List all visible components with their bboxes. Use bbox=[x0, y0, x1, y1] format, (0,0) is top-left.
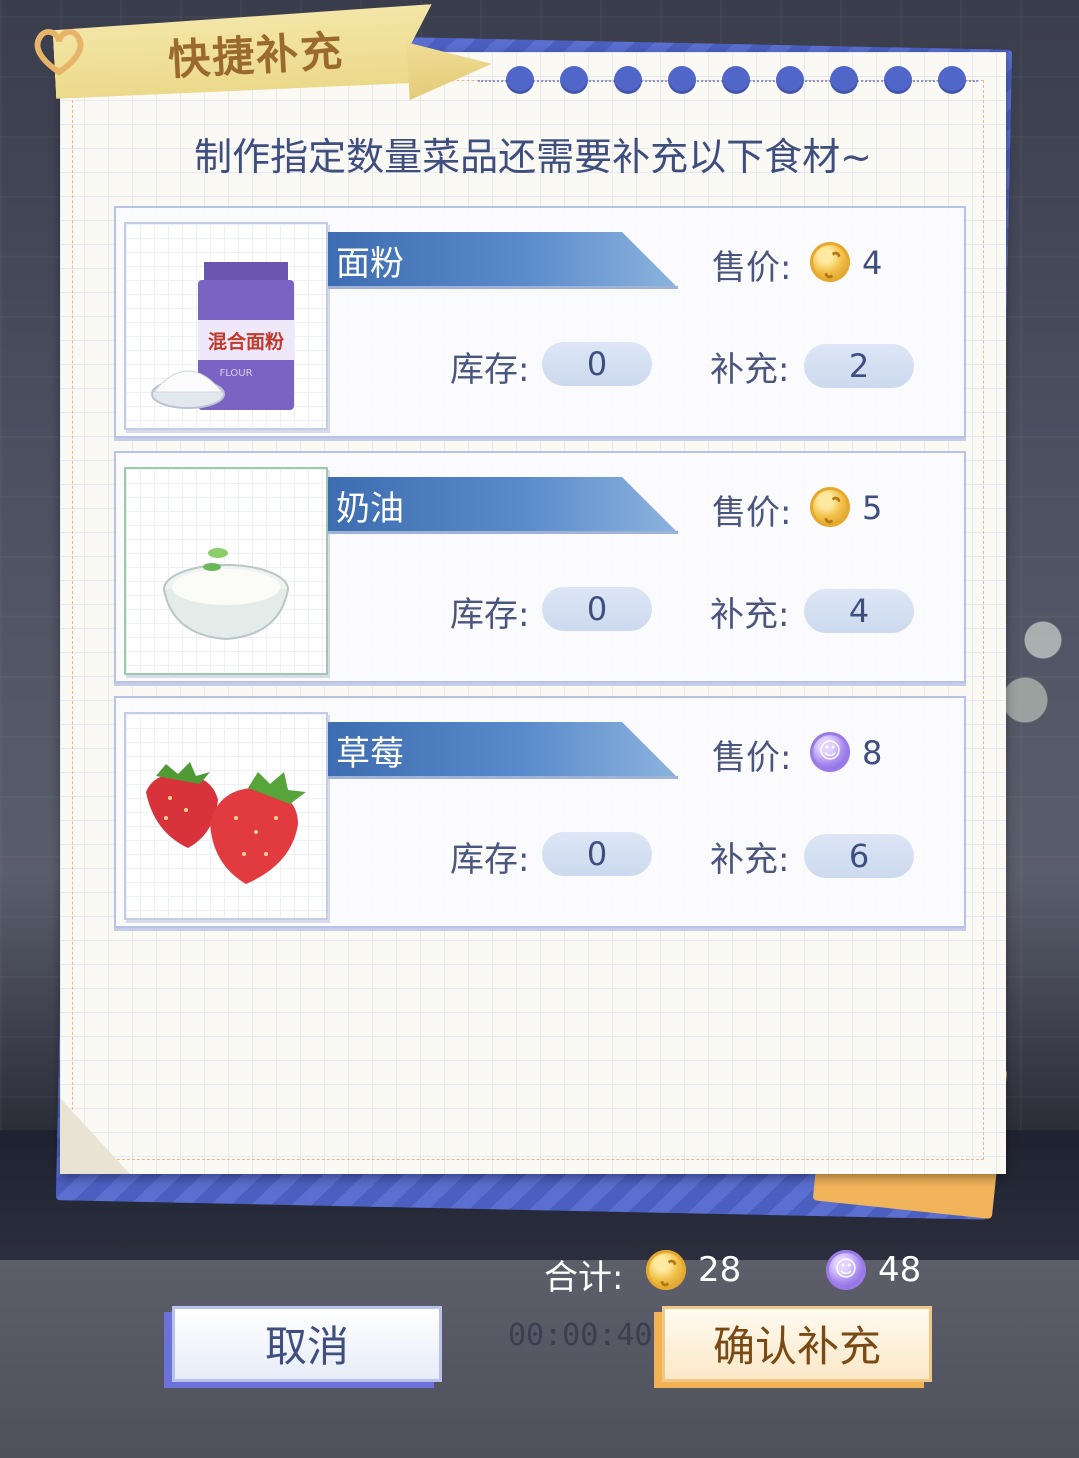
countdown-timer: 00:00:40 bbox=[508, 1318, 653, 1353]
supply-value: 2 bbox=[804, 344, 914, 388]
confirm-supply-button[interactable]: 确认补充 bbox=[662, 1306, 932, 1382]
binding-dot bbox=[614, 66, 642, 94]
ingredient-row-strawberry: 草莓 售价: 8 库存: 0 补充: 6 bbox=[114, 696, 966, 928]
binding-dot bbox=[884, 66, 912, 94]
flour-bag-icon: 混合面粉 FLOUR bbox=[151, 262, 294, 410]
price-label: 售价: bbox=[712, 248, 792, 288]
gold-coin-icon bbox=[810, 487, 850, 527]
stock-value: 0 bbox=[542, 587, 652, 631]
stock-label: 库存: bbox=[450, 595, 530, 635]
purple-coin-icon bbox=[826, 1250, 866, 1290]
name-banner-shadow bbox=[328, 776, 678, 779]
binding-dot bbox=[722, 66, 750, 94]
name-banner-shadow bbox=[328, 531, 678, 534]
supply-value: 4 bbox=[804, 589, 914, 633]
binding-dots bbox=[478, 66, 998, 98]
purple-coin-icon bbox=[810, 732, 850, 772]
gold-coin-icon bbox=[810, 242, 850, 282]
corner-fold bbox=[60, 1098, 130, 1174]
ingredient-thumbnail bbox=[124, 712, 328, 920]
total-label: 合计: bbox=[544, 1258, 624, 1298]
stock-value: 0 bbox=[542, 342, 652, 386]
supply-label: 补充: bbox=[710, 595, 790, 635]
stock-label: 库存: bbox=[450, 840, 530, 880]
dialog-subtitle: 制作指定数量菜品还需要补充以下食材~ bbox=[194, 135, 872, 179]
ingredient-name: 面粉 bbox=[336, 244, 404, 284]
gold-coin-icon bbox=[646, 1250, 686, 1290]
price-value: 8 bbox=[862, 734, 883, 772]
binding-dot bbox=[776, 66, 804, 94]
stock-label: 库存: bbox=[450, 350, 530, 390]
binding-dot bbox=[506, 66, 534, 94]
stock-value: 0 bbox=[542, 832, 652, 876]
gold-total: 28 bbox=[698, 1250, 742, 1290]
ingredient-row-flour: 混合面粉 FLOUR 面粉 售价: 4 库存: 0 补充: 2 bbox=[114, 206, 966, 438]
supply-label: 补充: bbox=[710, 350, 790, 390]
name-banner-shadow bbox=[328, 286, 678, 289]
ingredient-thumbnail: 混合面粉 FLOUR bbox=[124, 222, 328, 430]
ingredient-name: 奶油 bbox=[336, 489, 404, 529]
price-label: 售价: bbox=[712, 493, 792, 533]
flour-bag-label: 混合面粉 bbox=[208, 330, 284, 353]
strawberry-icon bbox=[146, 762, 306, 884]
price-value: 5 bbox=[862, 489, 883, 527]
price-label: 售价: bbox=[712, 738, 792, 778]
binding-dot bbox=[560, 66, 588, 94]
ingredient-name: 草莓 bbox=[336, 734, 404, 774]
ingredient-thumbnail bbox=[124, 467, 328, 675]
binding-dot bbox=[668, 66, 696, 94]
price-value: 4 bbox=[862, 244, 883, 282]
purple-total: 48 bbox=[878, 1250, 922, 1290]
supply-value: 6 bbox=[804, 834, 914, 878]
heart-clip-icon bbox=[34, 29, 84, 76]
cancel-button[interactable]: 取消 bbox=[172, 1306, 442, 1382]
binding-dot bbox=[938, 66, 966, 94]
supply-label: 补充: bbox=[710, 840, 790, 880]
dialog-title: 快捷补充 bbox=[166, 26, 346, 85]
flour-bag-sub: FLOUR bbox=[219, 368, 252, 379]
binding-dot bbox=[830, 66, 858, 94]
ingredient-row-cream: 奶油 售价: 5 库存: 0 补充: 4 bbox=[114, 451, 966, 683]
cream-bowl-icon bbox=[163, 548, 289, 641]
